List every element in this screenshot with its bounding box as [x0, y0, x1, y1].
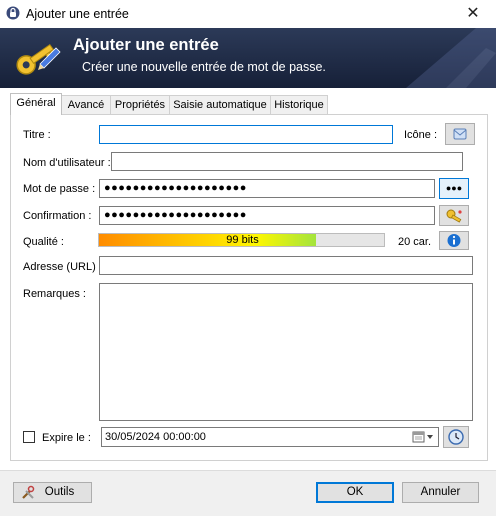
key-generate-icon [446, 209, 462, 223]
password-label: Mot de passe : [23, 183, 96, 195]
title-input[interactable] [99, 125, 393, 144]
app-lock-icon [6, 6, 20, 20]
icon-picker-button[interactable] [445, 123, 475, 145]
clock-icon [448, 429, 464, 445]
ok-button[interactable]: OK [316, 482, 394, 503]
header-banner: Ajouter une entrée Créer une nouvelle en… [0, 28, 496, 88]
close-button[interactable]: ✕ [458, 3, 488, 25]
banner-title: Ajouter une entrée [73, 36, 219, 54]
expires-label: Expire le : [42, 432, 91, 444]
close-icon: ✕ [466, 5, 480, 22]
cancel-button[interactable]: Annuler [402, 482, 479, 503]
url-input[interactable] [99, 256, 473, 275]
notes-label: Remarques : [23, 288, 86, 300]
expiry-presets-button[interactable] [443, 426, 469, 448]
tab-properties[interactable]: Propriétés [110, 95, 170, 114]
password-input[interactable]: ●●●●●●●●●●●●●●●●●●●● [99, 179, 435, 198]
entry-icon [453, 128, 467, 140]
tab-history[interactable]: Historique [270, 95, 328, 114]
tab-advanced[interactable]: Avancé [61, 95, 111, 114]
quality-label: Qualité : [23, 236, 64, 248]
title-bar: Ajouter une entrée ✕ [0, 0, 496, 29]
expires-date-value: 30/05/2024 00:00:00 [105, 431, 206, 443]
banner-subtitle: Créer une nouvelle entrée de mot de pass… [82, 60, 326, 74]
confirm-input[interactable]: ●●●●●●●●●●●●●●●●●●●● [99, 206, 435, 225]
tools-button[interactable]: Outils [13, 482, 92, 503]
generate-password-button[interactable] [439, 205, 469, 226]
window-title: Ajouter une entrée [26, 7, 129, 21]
notes-textarea[interactable] [99, 283, 473, 421]
icon-label: Icône : [404, 129, 438, 141]
username-label: Nom d'utilisateur : [23, 157, 111, 169]
char-count: 20 car. [398, 236, 432, 248]
banner-decoration-icon [406, 28, 496, 88]
calendar-dropdown-icon[interactable] [412, 430, 436, 444]
tab-auto-type[interactable]: Saisie automatique [169, 95, 271, 114]
username-input[interactable] [111, 152, 463, 171]
tab-general[interactable]: Général [10, 93, 62, 115]
tools-label: Outils [44, 486, 75, 498]
quality-bar: 99 bits [98, 233, 385, 247]
footer-bar: Outils OK Annuler [0, 470, 496, 516]
title-label: Titre : [23, 129, 51, 141]
key-add-icon [16, 43, 61, 75]
quality-bits-text: 99 bits [226, 234, 259, 246]
expires-date-picker[interactable]: 30/05/2024 00:00:00 [101, 427, 439, 447]
show-password-button[interactable]: ●●● [439, 178, 469, 199]
quality-info-button[interactable] [439, 231, 469, 250]
url-label: Adresse (URL) : [23, 261, 102, 273]
confirm-label: Confirmation : [23, 210, 92, 222]
tools-icon [22, 485, 35, 499]
expires-checkbox[interactable] [23, 431, 35, 443]
info-icon [447, 234, 461, 247]
